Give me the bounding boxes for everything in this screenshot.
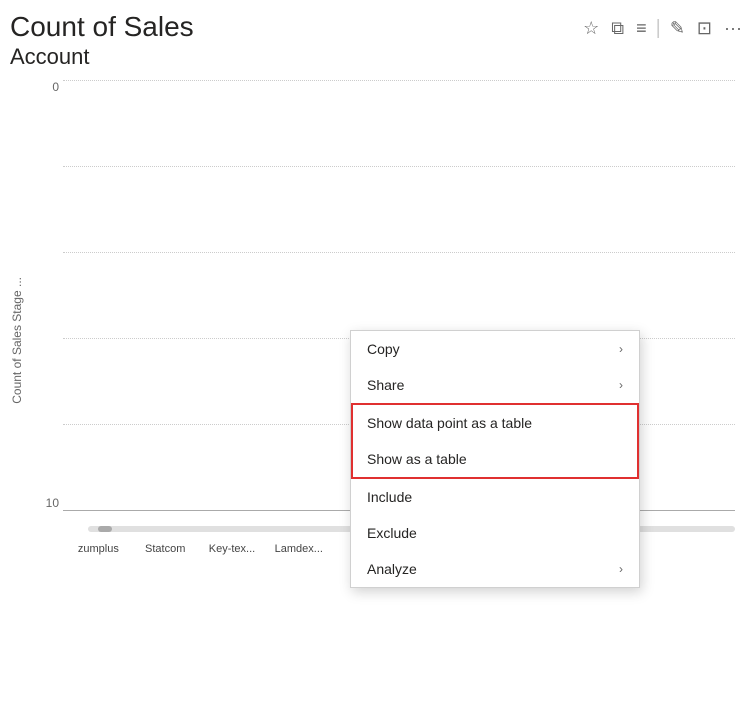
menu-item-include-label: Include [367, 489, 412, 505]
menu-item-show-data-point-label: Show data point as a table [367, 415, 532, 431]
separator: | [656, 17, 661, 40]
menu-item-copy[interactable]: Copy › [351, 331, 639, 367]
menu-item-analyze-label: Analyze [367, 561, 417, 577]
menu-item-copy-label: Copy [367, 341, 400, 357]
scrollbar-thumb[interactable] [98, 526, 112, 532]
menu-item-exclude-label: Exclude [367, 525, 417, 541]
chevron-icon-analyze: › [619, 562, 623, 576]
x-label-9 [669, 543, 730, 555]
y-axis-ticks: 10 0 [28, 80, 63, 510]
chevron-icon-copy: › [619, 342, 623, 356]
chevron-icon-share: › [619, 378, 623, 392]
x-label-2: Key-tex... [202, 543, 263, 555]
x-label-3: Lamdex... [268, 543, 329, 555]
menu-item-share[interactable]: Share › [351, 367, 639, 403]
x-label-0: zumplus [68, 543, 129, 555]
highlighted-group: Show data point as a table Show as a tab… [351, 403, 639, 479]
y-tick-5: 0 [28, 80, 63, 94]
expand-icon[interactable]: ⊡ [694, 16, 715, 41]
more-icon[interactable]: ··· [721, 16, 745, 41]
edit-icon[interactable]: ✎ [667, 16, 688, 41]
menu-item-include[interactable]: Include [351, 479, 639, 515]
chart-subtitle: Account [10, 44, 194, 70]
chart-header: Count of Sales Account ☆ ⧉ ≡ | ✎ ⊡ ··· [10, 10, 745, 70]
menu-item-share-label: Share [367, 377, 404, 393]
toolbar-icons: ☆ ⧉ ≡ | ✎ ⊡ ··· [580, 16, 745, 41]
menu-item-analyze[interactable]: Analyze › [351, 551, 639, 587]
chart-title-block: Count of Sales Account [10, 10, 194, 70]
copy-icon[interactable]: ⧉ [608, 16, 627, 41]
menu-item-show-as-table-label: Show as a table [367, 451, 467, 467]
menu-item-show-as-table[interactable]: Show as a table [353, 441, 637, 477]
y-tick-0: 10 [28, 496, 63, 510]
context-menu: Copy › Share › Show data point as a tabl… [350, 330, 640, 588]
chart-title: Count of Sales [10, 10, 194, 44]
y-axis-label: Count of Sales Stage ... [10, 237, 24, 404]
star-icon[interactable]: ☆ [580, 16, 602, 41]
filter-icon[interactable]: ≡ [633, 16, 650, 41]
menu-item-exclude[interactable]: Exclude [351, 515, 639, 551]
x-label-1: Statcom [135, 543, 196, 555]
menu-item-show-data-point[interactable]: Show data point as a table [353, 405, 637, 441]
chart-container: Count of Sales Account ☆ ⧉ ≡ | ✎ ⊡ ··· C… [0, 0, 755, 708]
